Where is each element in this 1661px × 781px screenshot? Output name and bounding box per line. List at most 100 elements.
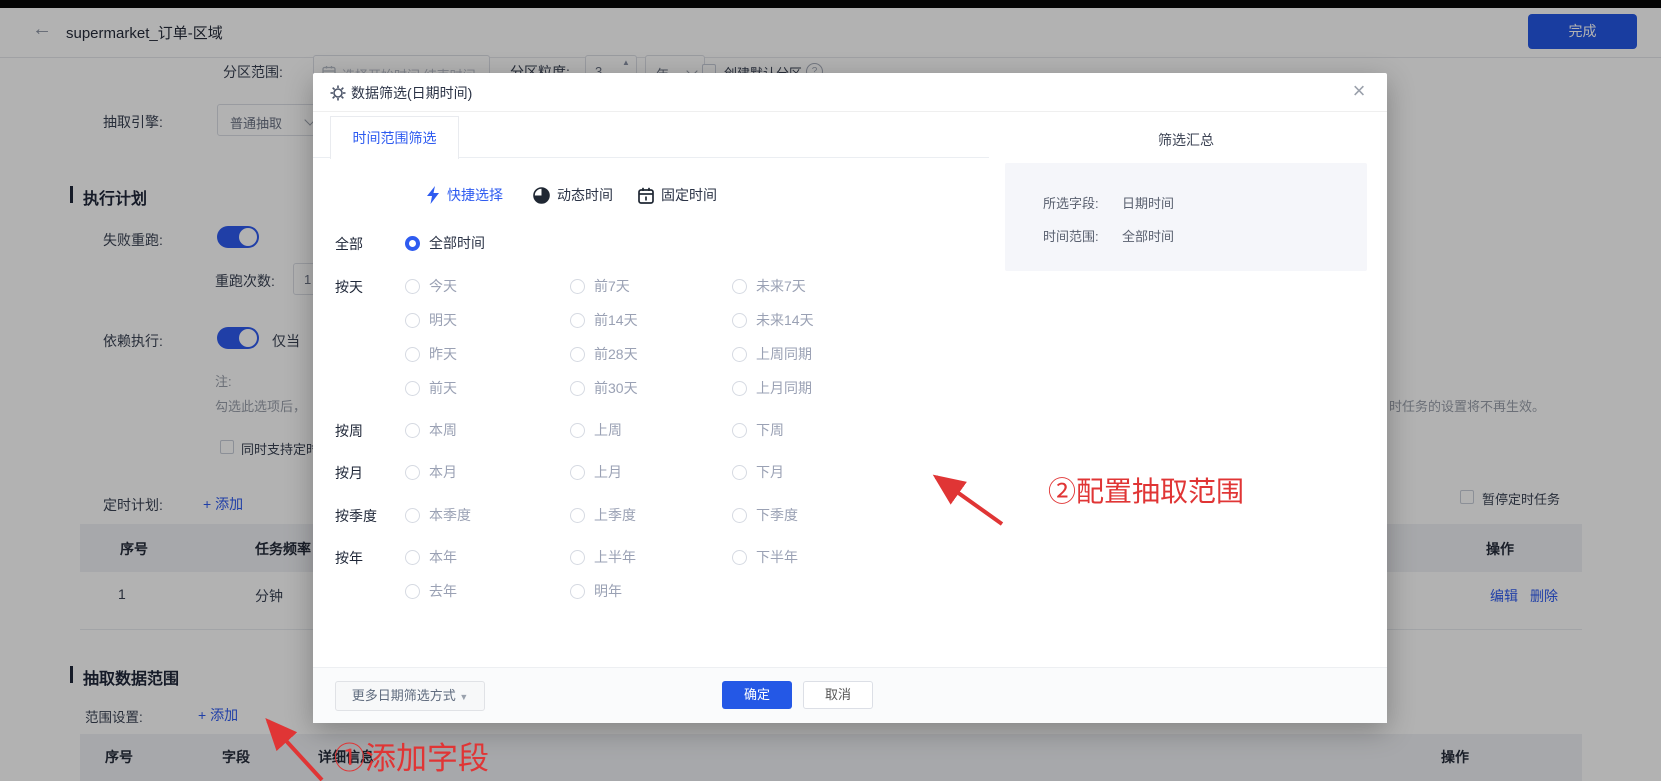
radio-option[interactable]: 去年 xyxy=(405,581,457,601)
radio-option[interactable]: 上月 xyxy=(570,462,622,482)
radio-option-label: 前14天 xyxy=(594,310,638,330)
annotation-step2: ②配置抽取范围 xyxy=(1048,470,1244,510)
radio-icon xyxy=(570,584,585,599)
radio-option-label: 上周同期 xyxy=(756,344,812,364)
radio-icon xyxy=(570,508,585,523)
radio-option[interactable]: 今天 xyxy=(405,276,457,296)
radio-option-label: 本月 xyxy=(429,462,457,482)
radio-option-label: 下周 xyxy=(756,420,784,440)
radio-icon xyxy=(732,550,747,565)
radio-option-label: 前7天 xyxy=(594,276,630,296)
radio-option[interactable]: 未来7天 xyxy=(732,276,806,296)
app-screen: ← supermarket_订单-区域 完成 分区范围: 选择开始时间 结束时间… xyxy=(0,0,1661,781)
radio-option[interactable]: 下月 xyxy=(732,462,784,482)
radio-option[interactable]: 本周 xyxy=(405,420,457,440)
radio-icon xyxy=(570,313,585,328)
filter-group-label: 按年 xyxy=(335,548,363,568)
radio-icon xyxy=(405,279,420,294)
radio-icon xyxy=(570,381,585,396)
summary-field-value: 日期时间 xyxy=(1122,193,1174,212)
radio-icon xyxy=(405,347,420,362)
radio-option[interactable]: 前天 xyxy=(405,378,457,398)
radio-option[interactable]: 明年 xyxy=(570,581,622,601)
radio-option-label: 前30天 xyxy=(594,378,638,398)
radio-option[interactable]: 下半年 xyxy=(732,547,798,567)
radio-option[interactable]: 前30天 xyxy=(570,378,638,398)
radio-icon xyxy=(405,550,420,565)
dialog-footer: 更多日期筛选方式 ▼ 确定 取消 xyxy=(313,667,1387,723)
ok-button[interactable]: 确定 xyxy=(722,681,792,709)
filter-group-label: 全部 xyxy=(335,234,363,254)
radio-option[interactable]: 未来14天 xyxy=(732,310,814,330)
filter-option-row: 按周 本周 上周 下周 xyxy=(335,420,995,442)
radio-option[interactable]: 上月同期 xyxy=(732,378,812,398)
radio-option[interactable]: 上周同期 xyxy=(732,344,812,364)
radio-icon xyxy=(405,465,420,480)
radio-icon xyxy=(732,508,747,523)
radio-icon xyxy=(405,236,420,251)
more-filter-modes-label: 更多日期筛选方式 xyxy=(352,688,456,703)
radio-option[interactable]: 上半年 xyxy=(570,547,636,567)
radio-icon xyxy=(570,279,585,294)
cancel-button[interactable]: 取消 xyxy=(803,681,873,709)
summary-field-label: 所选字段: xyxy=(1043,193,1099,212)
radio-option[interactable]: 前28天 xyxy=(570,344,638,364)
radio-icon xyxy=(732,381,747,396)
filter-option-row: 按天今天前7天未来7天 xyxy=(335,276,995,298)
radio-option[interactable]: 本年 xyxy=(405,547,457,567)
radio-option[interactable]: 昨天 xyxy=(405,344,457,364)
radio-option-label: 昨天 xyxy=(429,344,457,364)
radio-icon xyxy=(732,465,747,480)
radio-option-label: 下半年 xyxy=(756,547,798,567)
radio-option-label: 上半年 xyxy=(594,547,636,567)
radio-option[interactable]: 明天 xyxy=(405,310,457,330)
filter-option-row: 全部 全部时间 xyxy=(335,233,995,255)
filter-option-row: 按季度 本季度 上季度 下季度 xyxy=(335,505,995,527)
filter-option-row: 昨天 前28天 上周同期 xyxy=(335,344,995,366)
radio-icon xyxy=(405,508,420,523)
radio-option[interactable]: 全部时间 xyxy=(405,233,485,253)
filter-option-row: 前天 前30天 上月同期 xyxy=(335,378,995,400)
radio-option[interactable]: 本季度 xyxy=(405,505,471,525)
filter-group-label: 按月 xyxy=(335,463,363,483)
radio-icon xyxy=(732,423,747,438)
radio-option[interactable]: 前14天 xyxy=(570,310,638,330)
tab-time-range-filter[interactable]: 时间范围筛选 xyxy=(330,116,459,159)
radio-option[interactable]: 本月 xyxy=(405,462,457,482)
radio-option-label: 本季度 xyxy=(429,505,471,525)
radio-option-label: 上月同期 xyxy=(756,378,812,398)
radio-option-label: 本年 xyxy=(429,547,457,567)
summary-range-value: 全部时间 xyxy=(1122,226,1174,245)
radio-icon xyxy=(405,423,420,438)
radio-icon xyxy=(405,313,420,328)
radio-option-label: 上月 xyxy=(594,462,622,482)
radio-icon xyxy=(570,423,585,438)
more-filter-modes-dropdown[interactable]: 更多日期筛选方式 ▼ xyxy=(335,681,485,711)
radio-option-label: 未来7天 xyxy=(756,276,806,296)
radio-option[interactable]: 前7天 xyxy=(570,276,630,296)
radio-icon xyxy=(570,465,585,480)
radio-icon xyxy=(732,347,747,362)
filter-group-label: 按季度 xyxy=(335,506,377,526)
radio-option-label: 前天 xyxy=(429,378,457,398)
radio-icon xyxy=(570,347,585,362)
radio-option-label: 上季度 xyxy=(594,505,636,525)
radio-option[interactable]: 下季度 xyxy=(732,505,798,525)
radio-option-label: 今天 xyxy=(429,276,457,296)
radio-option[interactable]: 上季度 xyxy=(570,505,636,525)
filter-group-label: 按周 xyxy=(335,421,363,441)
radio-option-label: 全部时间 xyxy=(429,233,485,253)
radio-option[interactable]: 下周 xyxy=(732,420,784,440)
radio-option-label: 明天 xyxy=(429,310,457,330)
radio-icon xyxy=(732,313,747,328)
filter-option-row: 按月 本月 上月 下月 xyxy=(335,462,995,484)
summary-title: 筛选汇总 xyxy=(1005,130,1367,150)
filter-option-row: 明天 前14天 未来14天 xyxy=(335,310,995,332)
filter-option-row: 按年 本年 上半年 下半年 xyxy=(335,547,995,569)
close-icon[interactable]: × xyxy=(1345,77,1373,105)
radio-icon xyxy=(732,279,747,294)
radio-option-label: 本周 xyxy=(429,420,457,440)
radio-option-label: 去年 xyxy=(429,581,457,601)
radio-icon xyxy=(405,584,420,599)
radio-option[interactable]: 上周 xyxy=(570,420,622,440)
